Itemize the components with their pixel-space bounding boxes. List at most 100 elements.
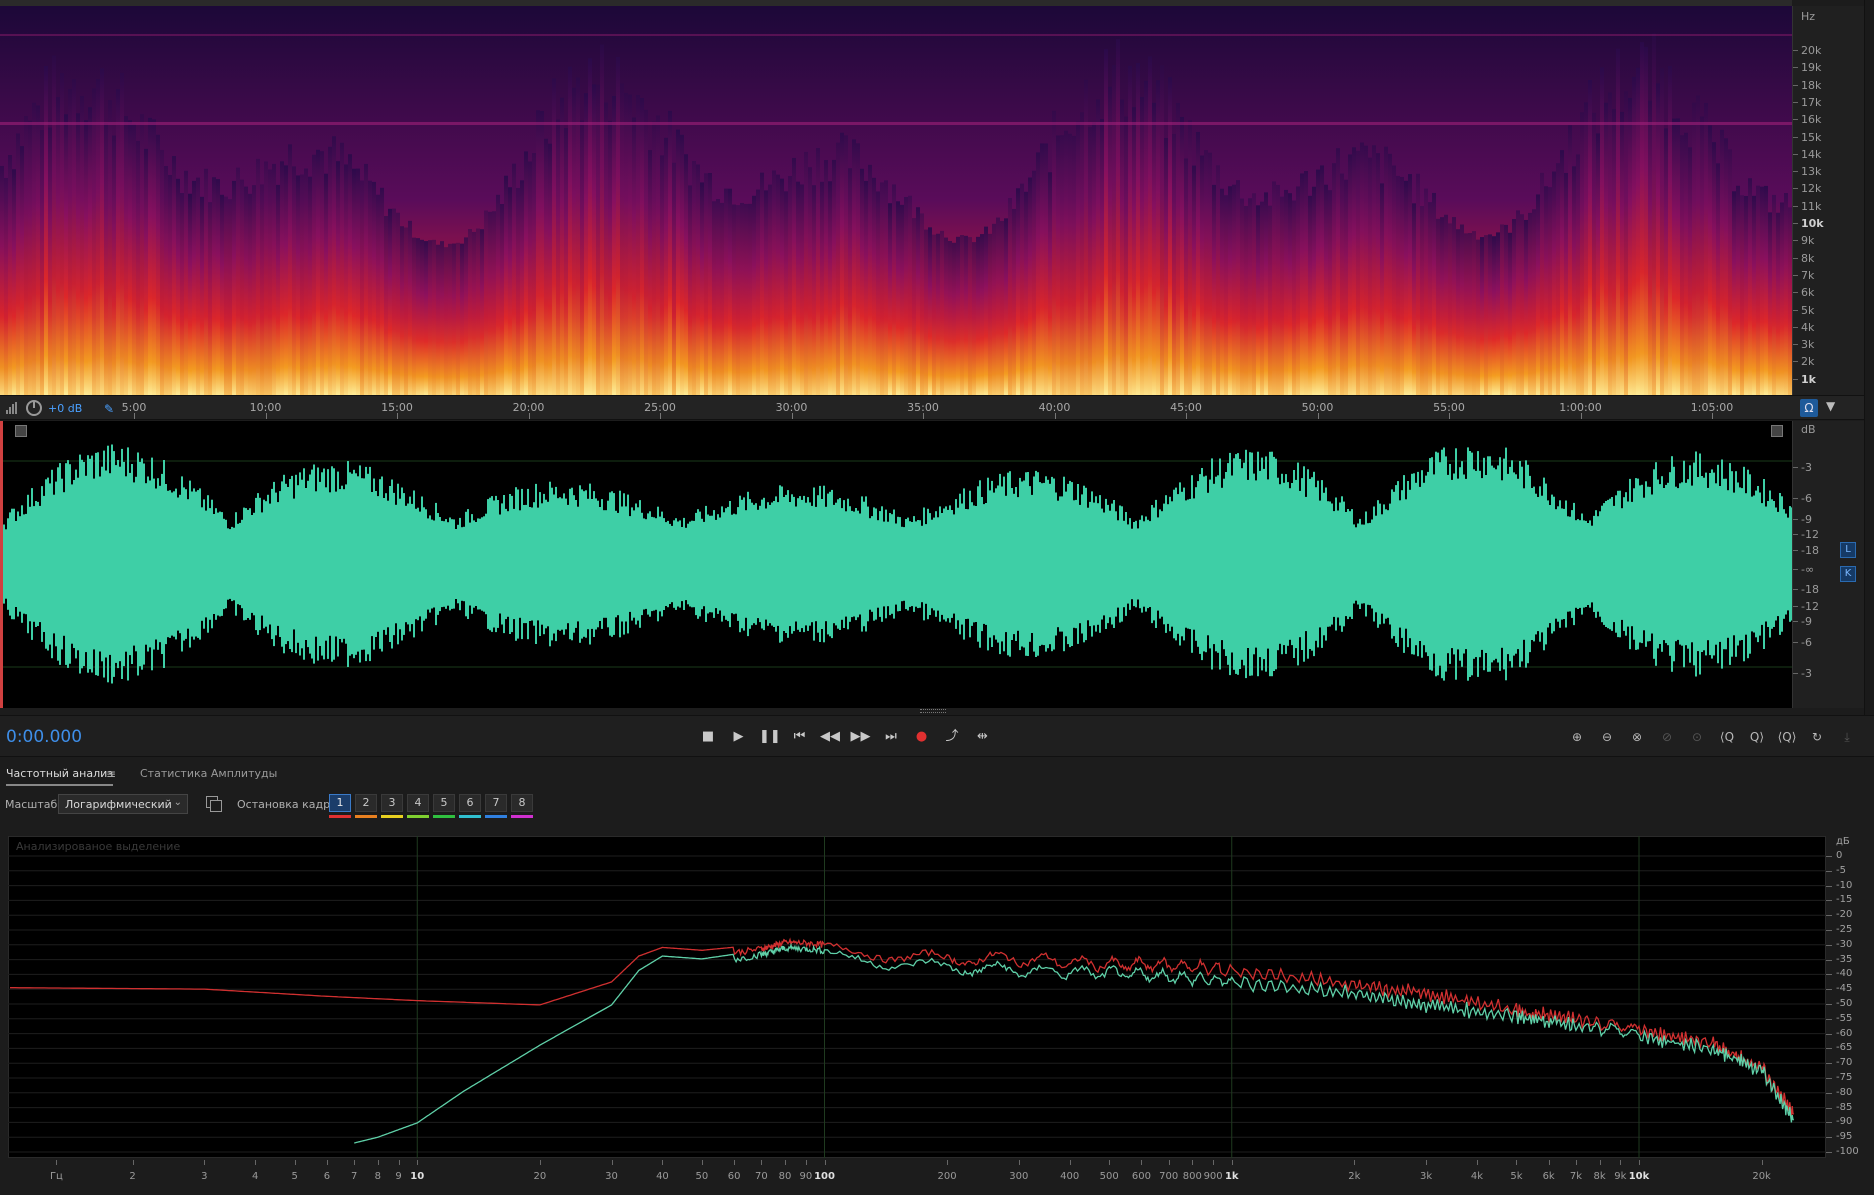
zoom-out-amplitude-button[interactable]: ⊖: [1596, 728, 1618, 746]
record-button[interactable]: ●: [912, 728, 932, 746]
copy-icon[interactable]: [206, 796, 222, 812]
waveform-sample: [1703, 477, 1705, 651]
spectral-band: [960, 235, 964, 395]
zoom-reset-button[interactable]: ⊙: [1686, 728, 1708, 746]
zoom-in-both-button[interactable]: ⟨Q⟩: [1776, 728, 1798, 746]
freeze-frame-7-button[interactable]: 7: [485, 794, 507, 812]
freeze-frame-1-button[interactable]: 1: [329, 794, 351, 812]
spectral-band: [1204, 150, 1208, 395]
waveform-sample: [733, 513, 735, 615]
waveform-sample: [1271, 451, 1273, 677]
volume-widget: +0 dB: [6, 400, 82, 416]
wave-fit-icon[interactable]: [15, 425, 27, 437]
waveform-display[interactable]: [0, 421, 1792, 708]
panel-menu-icon[interactable]: ≡: [106, 767, 116, 781]
scale-select[interactable]: Логарифмический ⌄: [58, 794, 188, 814]
waveform-sample: [1579, 520, 1581, 608]
headphone-icon[interactable]: Ω: [1800, 399, 1818, 417]
waveform-sample: [955, 499, 957, 629]
spectral-band: [1712, 142, 1716, 395]
waveform-sample: [541, 503, 543, 625]
volume-level[interactable]: +0 dB: [48, 402, 82, 415]
waveform-sample: [731, 514, 733, 614]
spectral-resize-grip[interactable]: [920, 1, 946, 5]
spectral-band: [0, 165, 4, 395]
waveform-sample: [1609, 498, 1611, 630]
loop-button[interactable]: ⤴: [942, 728, 962, 746]
spectral-band: [176, 178, 180, 395]
plot-db-tick-label: -35: [1836, 953, 1853, 965]
waveform-sample: [1423, 482, 1425, 646]
zoom-in-left-button[interactable]: ⟨Q: [1716, 728, 1738, 746]
waveform-sample: [903, 527, 905, 601]
waveform-sample: [1687, 479, 1689, 649]
channel-right-button[interactable]: K: [1840, 566, 1856, 582]
zoom-refresh-button[interactable]: ↻: [1806, 728, 1828, 746]
plot-db-tick-label: -85: [1836, 1101, 1853, 1113]
volume-knob-icon[interactable]: [26, 400, 42, 416]
spectral-band: [1584, 102, 1588, 395]
freeze-frame-6-button[interactable]: 6: [459, 794, 481, 812]
zoom-to-fit-button[interactable]: ⊗: [1626, 728, 1648, 746]
wave-fit-right-icon[interactable]: [1771, 425, 1783, 437]
waveform-sample: [983, 504, 985, 624]
freq-tick-mark: [294, 1160, 296, 1165]
waveform-sample: [1671, 456, 1673, 672]
spectral-band: [360, 180, 364, 395]
hz-tick-label: 17k: [1801, 95, 1822, 109]
waveform-sample: [339, 489, 341, 639]
waveform-sample: [977, 486, 979, 642]
rewind-button[interactable]: ◀◀: [820, 728, 840, 746]
spectral-band: [236, 167, 240, 395]
freeze-frame-2-button[interactable]: 2: [355, 794, 377, 812]
freq-tick-mark: [662, 1160, 664, 1165]
spectral-band: [1304, 171, 1308, 395]
spectral-band: [1396, 175, 1400, 395]
waveform-sample: [409, 496, 411, 632]
skip-selection-button[interactable]: ⇹: [973, 728, 993, 746]
stop-button[interactable]: ■: [698, 728, 718, 746]
waveform-resize-grip[interactable]: [920, 709, 946, 713]
time-ruler[interactable]: 5:00 10:00 15:00 20:00 25:00 30:00 35:00 40:00 4…: [0, 395, 1864, 420]
waveform-sample: [61, 478, 63, 650]
go-to-end-button[interactable]: ⏭: [881, 728, 901, 746]
pause-button[interactable]: ❚❚: [759, 728, 781, 746]
spectral-display[interactable]: [0, 0, 1792, 395]
zoom-in-amplitude-button[interactable]: ⊕: [1566, 728, 1588, 746]
zoom-out-full-button[interactable]: ⤓: [1836, 728, 1858, 746]
waveform-sample: [765, 508, 767, 620]
waveform-sample: [9, 512, 11, 616]
tab-frequency-analysis[interactable]: Частотный анализ: [6, 767, 114, 786]
waveform-sample: [5, 529, 7, 599]
waveform-sample: [307, 480, 309, 648]
freeze-frame-3-button[interactable]: 3: [381, 794, 403, 812]
marker-icon[interactable]: ▼: [1826, 399, 1835, 413]
zoom-in-right-button[interactable]: Q⟩: [1746, 728, 1768, 746]
vertical-scrollbar[interactable]: [1864, 0, 1874, 715]
zoom-selection-button[interactable]: ⊘: [1656, 728, 1678, 746]
freeze-frame-8-button[interactable]: 8: [511, 794, 533, 812]
waveform-sample: [575, 500, 577, 628]
pin-icon[interactable]: ✎: [104, 402, 118, 416]
spectral-band: [680, 134, 684, 395]
waveform-sample: [1195, 487, 1197, 641]
waveform-sample: [1531, 488, 1533, 640]
current-time[interactable]: 0:00.000: [6, 727, 82, 747]
waveform-sample: [1041, 483, 1043, 645]
spectral-band: [1308, 195, 1312, 395]
plot-db-tick-label: -70: [1836, 1057, 1853, 1069]
waveform-sample: [1019, 477, 1021, 651]
tab-amplitude-statistics[interactable]: Статистика Амплитуды: [140, 767, 277, 780]
freeze-frame-5-button[interactable]: 5: [433, 794, 455, 812]
waveform-sample: [1477, 451, 1479, 677]
waveform-sample: [627, 494, 629, 634]
waveform-sample: [1719, 486, 1721, 642]
freeze-frame-4-button[interactable]: 4: [407, 794, 429, 812]
waveform-sample: [769, 504, 771, 624]
channel-left-button[interactable]: L: [1840, 542, 1856, 558]
play-button[interactable]: ▶: [729, 728, 749, 746]
waveform-sample: [1381, 514, 1383, 614]
fast-forward-button[interactable]: ▶▶: [851, 728, 871, 746]
waveform-sample: [35, 501, 37, 627]
go-to-start-button[interactable]: ⏮: [790, 728, 810, 746]
